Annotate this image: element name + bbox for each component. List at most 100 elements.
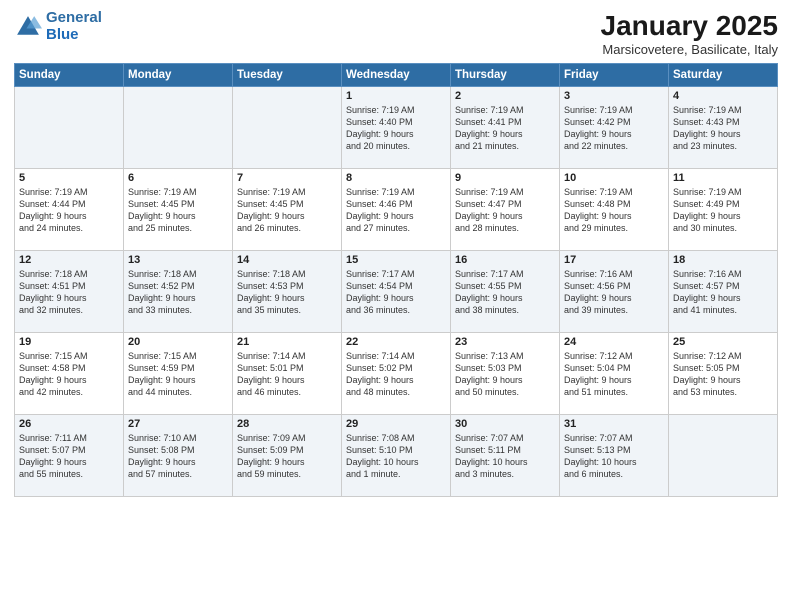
cell-text: Sunrise: 7:15 AM Sunset: 4:59 PM Dayligh… (128, 350, 228, 399)
day-number: 26 (19, 418, 119, 430)
cell-text: Sunrise: 7:19 AM Sunset: 4:41 PM Dayligh… (455, 104, 555, 153)
cell-text: Sunrise: 7:19 AM Sunset: 4:42 PM Dayligh… (564, 104, 664, 153)
calendar-cell: 9Sunrise: 7:19 AM Sunset: 4:47 PM Daylig… (451, 169, 560, 251)
cell-text: Sunrise: 7:19 AM Sunset: 4:46 PM Dayligh… (346, 186, 446, 235)
calendar-week-row: 12Sunrise: 7:18 AM Sunset: 4:51 PM Dayli… (15, 251, 778, 333)
calendar-cell: 1Sunrise: 7:19 AM Sunset: 4:40 PM Daylig… (342, 87, 451, 169)
cell-text: Sunrise: 7:19 AM Sunset: 4:49 PM Dayligh… (673, 186, 773, 235)
calendar-week-row: 1Sunrise: 7:19 AM Sunset: 4:40 PM Daylig… (15, 87, 778, 169)
calendar-cell: 12Sunrise: 7:18 AM Sunset: 4:51 PM Dayli… (15, 251, 124, 333)
day-number: 27 (128, 418, 228, 430)
cell-text: Sunrise: 7:16 AM Sunset: 4:57 PM Dayligh… (673, 268, 773, 317)
cell-text: Sunrise: 7:19 AM Sunset: 4:43 PM Dayligh… (673, 104, 773, 153)
cell-text: Sunrise: 7:19 AM Sunset: 4:45 PM Dayligh… (237, 186, 337, 235)
calendar-cell: 31 Sunrise: 7:07 AM Sunset: 5:13 PM Dayli… (560, 415, 669, 497)
logo: General Blue (14, 10, 102, 43)
day-number: 24 (564, 336, 664, 348)
day-number: 31 (564, 418, 664, 430)
calendar-cell: 27 Sunrise: 7:10 AM Sunset: 5:08 PM Dayli… (124, 415, 233, 497)
calendar-cell (669, 415, 778, 497)
calendar-table: SundayMondayTuesdayWednesdayThursdayFrid… (14, 63, 778, 497)
day-number: 13 (128, 254, 228, 266)
day-number: 19 (19, 336, 119, 348)
calendar-cell: 20 Sunrise: 7:15 AM Sunset: 4:59 PM Dayli… (124, 333, 233, 415)
day-number: 20 (128, 336, 228, 348)
cell-text: Sunrise: 7:12 AM Sunset: 5:04 PM Dayligh… (564, 350, 664, 399)
calendar-cell: 13 Sunrise: 7:18 AM Sunset: 4:52 PM Dayli… (124, 251, 233, 333)
calendar-cell: 30 Sunrise: 7:07 AM Sunset: 5:11 PM Dayli… (451, 415, 560, 497)
calendar-cell: 25Sunrise: 7:12 AM Sunset: 5:05 PM Dayli… (669, 333, 778, 415)
cell-text: Sunrise: 7:15 AM Sunset: 4:58 PM Dayligh… (19, 350, 119, 399)
calendar-cell: 5Sunrise: 7:19 AM Sunset: 4:44 PM Daylig… (15, 169, 124, 251)
weekday-header: Friday (560, 64, 669, 87)
calendar-cell: 23 Sunrise: 7:13 AM Sunset: 5:03 PM Dayli… (451, 333, 560, 415)
day-number: 6 (128, 172, 228, 184)
day-number: 21 (237, 336, 337, 348)
cell-text: Sunrise: 7:18 AM Sunset: 4:51 PM Dayligh… (19, 268, 119, 317)
calendar-cell: 8 Sunrise: 7:19 AM Sunset: 4:46 PM Daylig… (342, 169, 451, 251)
day-number: 8 (346, 172, 446, 184)
day-number: 14 (237, 254, 337, 266)
calendar-cell: 2 Sunrise: 7:19 AM Sunset: 4:41 PM Daylig… (451, 87, 560, 169)
day-number: 2 (455, 90, 555, 102)
cell-text: Sunrise: 7:14 AM Sunset: 5:02 PM Dayligh… (346, 350, 446, 399)
title-block: January 2025 Marsicovetere, Basilicate, … (601, 10, 778, 57)
calendar-cell: 18 Sunrise: 7:16 AM Sunset: 4:57 PM Dayli… (669, 251, 778, 333)
day-number: 28 (237, 418, 337, 430)
calendar-cell: 24 Sunrise: 7:12 AM Sunset: 5:04 PM Dayli… (560, 333, 669, 415)
calendar-week-row: 26Sunrise: 7:11 AM Sunset: 5:07 PM Dayli… (15, 415, 778, 497)
day-number: 25 (673, 336, 773, 348)
calendar-cell (124, 87, 233, 169)
calendar-cell: 3Sunrise: 7:19 AM Sunset: 4:42 PM Daylig… (560, 87, 669, 169)
day-number: 9 (455, 172, 555, 184)
day-number: 5 (19, 172, 119, 184)
calendar-week-row: 5Sunrise: 7:19 AM Sunset: 4:44 PM Daylig… (15, 169, 778, 251)
weekday-header: Thursday (451, 64, 560, 87)
calendar-week-row: 19 Sunrise: 7:15 AM Sunset: 4:58 PM Dayli… (15, 333, 778, 415)
cell-text: Sunrise: 7:19 AM Sunset: 4:40 PM Dayligh… (346, 104, 446, 153)
cell-text: Sunrise: 7:18 AM Sunset: 4:52 PM Dayligh… (128, 268, 228, 317)
header: General Blue January 2025 Marsicovetere,… (14, 10, 778, 57)
weekday-header-row: SundayMondayTuesdayWednesdayThursdayFrid… (15, 64, 778, 87)
calendar-cell: 28Sunrise: 7:09 AM Sunset: 5:09 PM Dayli… (233, 415, 342, 497)
day-number: 23 (455, 336, 555, 348)
day-number: 30 (455, 418, 555, 430)
cell-text: Sunrise: 7:08 AM Sunset: 5:10 PM Dayligh… (346, 432, 446, 481)
calendar-cell: 17 Sunrise: 7:16 AM Sunset: 4:56 PM Dayli… (560, 251, 669, 333)
day-number: 22 (346, 336, 446, 348)
cell-text: Sunrise: 7:18 AM Sunset: 4:53 PM Dayligh… (237, 268, 337, 317)
weekday-header: Tuesday (233, 64, 342, 87)
day-number: 10 (564, 172, 664, 184)
weekday-header: Monday (124, 64, 233, 87)
logo-text: General Blue (46, 10, 102, 43)
calendar-cell (233, 87, 342, 169)
cell-text: Sunrise: 7:13 AM Sunset: 5:03 PM Dayligh… (455, 350, 555, 399)
cell-text: Sunrise: 7:17 AM Sunset: 4:55 PM Dayligh… (455, 268, 555, 317)
day-number: 16 (455, 254, 555, 266)
calendar-cell: 7 Sunrise: 7:19 AM Sunset: 4:45 PM Daylig… (233, 169, 342, 251)
cell-text: Sunrise: 7:07 AM Sunset: 5:13 PM Dayligh… (564, 432, 664, 481)
day-number: 17 (564, 254, 664, 266)
calendar-cell: 6Sunrise: 7:19 AM Sunset: 4:45 PM Daylig… (124, 169, 233, 251)
day-number: 29 (346, 418, 446, 430)
calendar-cell: 14 Sunrise: 7:18 AM Sunset: 4:53 PM Dayli… (233, 251, 342, 333)
cell-text: Sunrise: 7:17 AM Sunset: 4:54 PM Dayligh… (346, 268, 446, 317)
location: Marsicovetere, Basilicate, Italy (601, 42, 778, 57)
calendar-cell: 4 Sunrise: 7:19 AM Sunset: 4:43 PM Daylig… (669, 87, 778, 169)
day-number: 7 (237, 172, 337, 184)
weekday-header: Sunday (15, 64, 124, 87)
cell-text: Sunrise: 7:19 AM Sunset: 4:48 PM Dayligh… (564, 186, 664, 235)
cell-text: Sunrise: 7:07 AM Sunset: 5:11 PM Dayligh… (455, 432, 555, 481)
day-number: 4 (673, 90, 773, 102)
calendar-cell: 29 Sunrise: 7:08 AM Sunset: 5:10 PM Dayli… (342, 415, 451, 497)
cell-text: Sunrise: 7:16 AM Sunset: 4:56 PM Dayligh… (564, 268, 664, 317)
cell-text: Sunrise: 7:10 AM Sunset: 5:08 PM Dayligh… (128, 432, 228, 481)
calendar-cell: 15Sunrise: 7:17 AM Sunset: 4:54 PM Dayli… (342, 251, 451, 333)
day-number: 11 (673, 172, 773, 184)
day-number: 18 (673, 254, 773, 266)
page-container: General Blue January 2025 Marsicovetere,… (0, 0, 792, 503)
calendar-cell: 11 Sunrise: 7:19 AM Sunset: 4:49 PM Dayli… (669, 169, 778, 251)
calendar-cell: 10 Sunrise: 7:19 AM Sunset: 4:48 PM Dayli… (560, 169, 669, 251)
calendar-cell (15, 87, 124, 169)
logo-icon (14, 13, 42, 41)
